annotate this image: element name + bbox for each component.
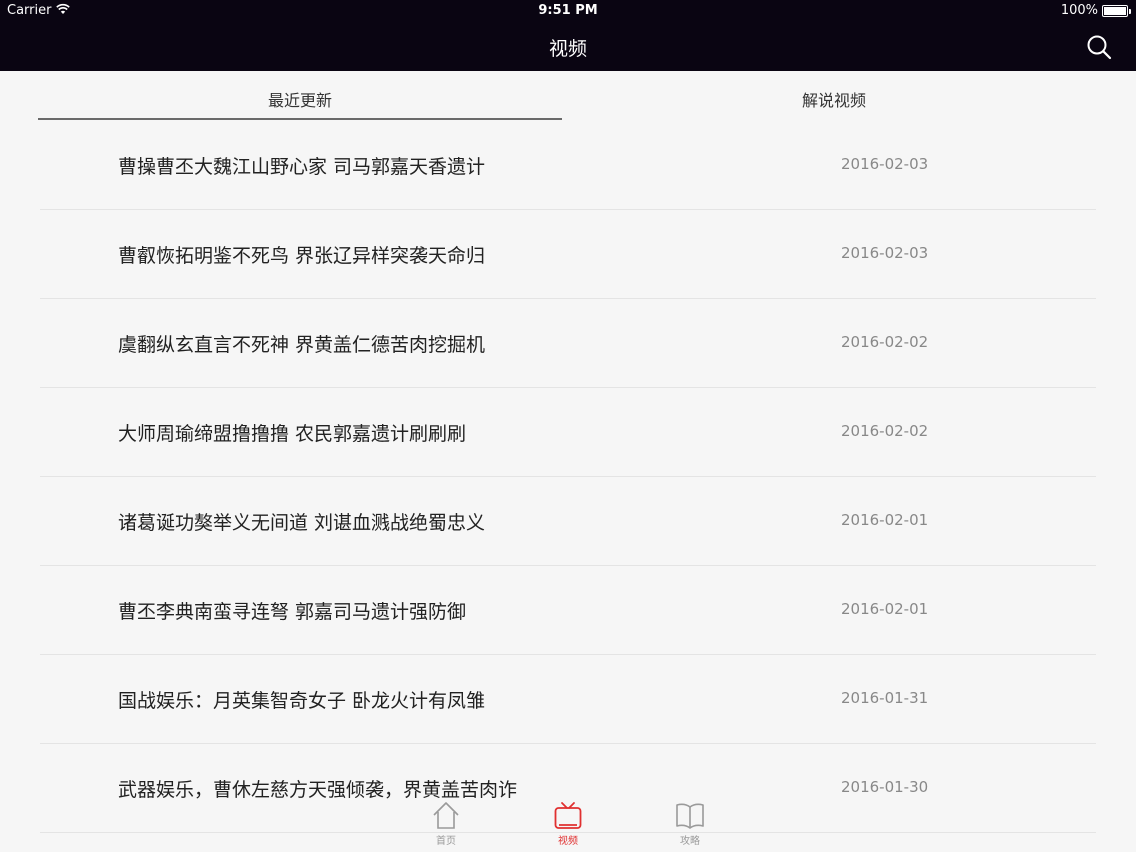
tabbar-item-guide[interactable]: 攻略 [660, 800, 720, 852]
page-title: 视频 [548, 38, 587, 60]
video-date: 2016-02-02 [841, 333, 929, 351]
navigation-bar: Carrier 9:51 PM 100% 视频 [0, 0, 1136, 71]
book-icon [676, 803, 704, 829]
video-date: 2016-02-02 [841, 422, 929, 440]
video-date: 2016-02-01 [841, 511, 929, 529]
video-list-item[interactable]: 大师周瑜缔盟撸撸撸 农民郭嘉遗计刷刷刷 2016-02-02 [40, 388, 1096, 477]
video-title: 国战娱乐：月英集智奇女子 卧龙火计有凤雏 [118, 690, 486, 712]
battery-percentage: 100% [1060, 3, 1098, 18]
tabbar-item-video[interactable]: 视频 [538, 800, 598, 852]
video-list-item[interactable]: 诸葛诞功獒举义无间道 刘谌血溅战绝蜀忠义 2016-02-01 [40, 477, 1096, 566]
video-list-item[interactable]: 曹叡恢拓明鉴不死鸟 界张辽异样突袭天命归 2016-02-03 [40, 210, 1096, 299]
search-button[interactable] [1086, 34, 1112, 60]
tabbar-label-guide: 攻略 [680, 836, 700, 847]
tabbar-item-home[interactable]: 首页 [416, 800, 476, 852]
segment-tabs: 最近更新 解说视频 [0, 71, 1136, 121]
video-date: 2016-02-01 [841, 600, 929, 618]
video-list-item[interactable]: 曹丕李典南蛮寻连弩 郭嘉司马遗计强防御 2016-02-01 [40, 566, 1096, 655]
video-list-item[interactable]: 曹操曹丕大魏江山野心家 司马郭嘉天香遗计 2016-02-03 [40, 121, 1096, 210]
video-title: 大师周瑜缔盟撸撸撸 农民郭嘉遗计刷刷刷 [118, 423, 467, 445]
video-date: 2016-01-30 [841, 778, 929, 796]
video-title: 曹丕李典南蛮寻连弩 郭嘉司马遗计强防御 [118, 601, 467, 623]
clock: 9:51 PM [538, 3, 598, 18]
video-title: 虞翻纵玄直言不死神 界黄盖仁德苦肉挖掘机 [118, 334, 486, 356]
video-list-item[interactable]: 国战娱乐：月英集智奇女子 卧龙火计有凤雏 2016-01-31 [40, 655, 1096, 744]
tab-commentary-videos[interactable]: 解说视频 [572, 87, 1096, 111]
tab-bar: 首页 视频 攻略 [0, 798, 1136, 852]
video-list-item[interactable]: 虞翻纵玄直言不死神 界黄盖仁德苦肉挖掘机 2016-02-02 [40, 299, 1096, 388]
tv-icon [554, 802, 582, 829]
status-bar: Carrier 9:51 PM 100% [0, 0, 1136, 22]
video-title: 诸葛诞功獒举义无间道 刘谌血溅战绝蜀忠义 [118, 512, 486, 534]
video-list: 曹操曹丕大魏江山野心家 司马郭嘉天香遗计 2016-02-03 曹叡恢拓明鉴不死鸟 … [40, 121, 1096, 833]
battery-icon [1102, 5, 1131, 17]
video-date: 2016-01-31 [841, 689, 929, 707]
video-title: 曹操曹丕大魏江山野心家 司马郭嘉天香遗计 [118, 156, 486, 178]
selected-tab-indicator [38, 118, 562, 120]
tabbar-label-video: 视频 [558, 836, 578, 847]
tab-latest-updates[interactable]: 最近更新 [38, 87, 562, 111]
video-title: 曹叡恢拓明鉴不死鸟 界张辽异样突袭天命归 [118, 245, 486, 267]
home-icon [433, 802, 459, 829]
tabbar-label-home: 首页 [436, 836, 456, 847]
video-date: 2016-02-03 [841, 155, 929, 173]
video-date: 2016-02-03 [841, 244, 929, 262]
search-icon [1087, 35, 1112, 60]
